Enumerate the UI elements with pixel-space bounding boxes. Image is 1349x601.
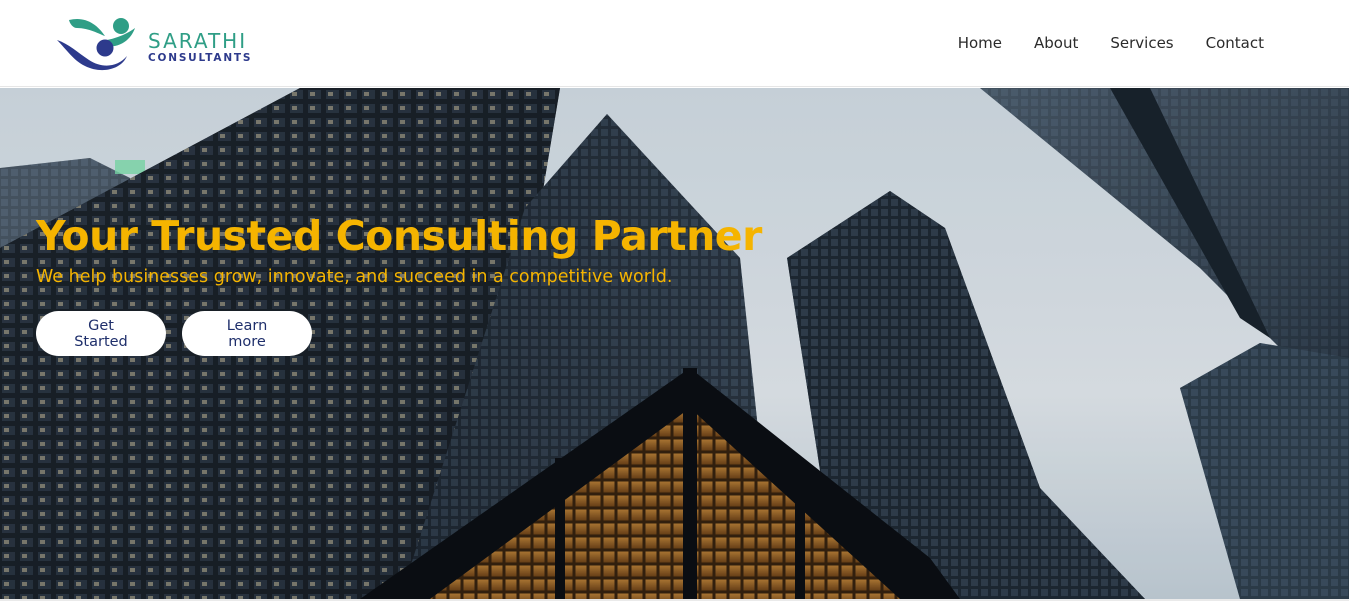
logo-wordmark: SARATHI CONSULTANTS	[148, 30, 252, 65]
main-nav: Home About Services Contact	[958, 33, 1264, 53]
hero-title: Your Trusted Consulting Partner	[36, 212, 762, 260]
hero-actions: Get Started Learn more	[36, 311, 762, 356]
nav-home[interactable]: Home	[958, 33, 1002, 53]
learn-more-button[interactable]: Learn more	[182, 311, 312, 356]
nav-about[interactable]: About	[1034, 33, 1078, 53]
get-started-button[interactable]: Get Started	[36, 311, 166, 356]
hero-section: Your Trusted Consulting Partner We help …	[0, 88, 1349, 599]
hero-subtitle: We help businesses grow, innovate, and s…	[36, 267, 673, 287]
nav-services[interactable]: Services	[1110, 33, 1173, 53]
logo-icon	[57, 18, 135, 71]
hero-content: Your Trusted Consulting Partner We help …	[36, 210, 762, 356]
brand-name: SARATHI	[148, 29, 248, 53]
brand-tagline: CONSULTANTS	[148, 52, 253, 64]
site-header: SARATHI CONSULTANTS Home About Services …	[0, 0, 1349, 87]
brand-logo[interactable]: SARATHI CONSULTANTS	[55, 14, 275, 74]
nav-contact[interactable]: Contact	[1206, 33, 1264, 53]
